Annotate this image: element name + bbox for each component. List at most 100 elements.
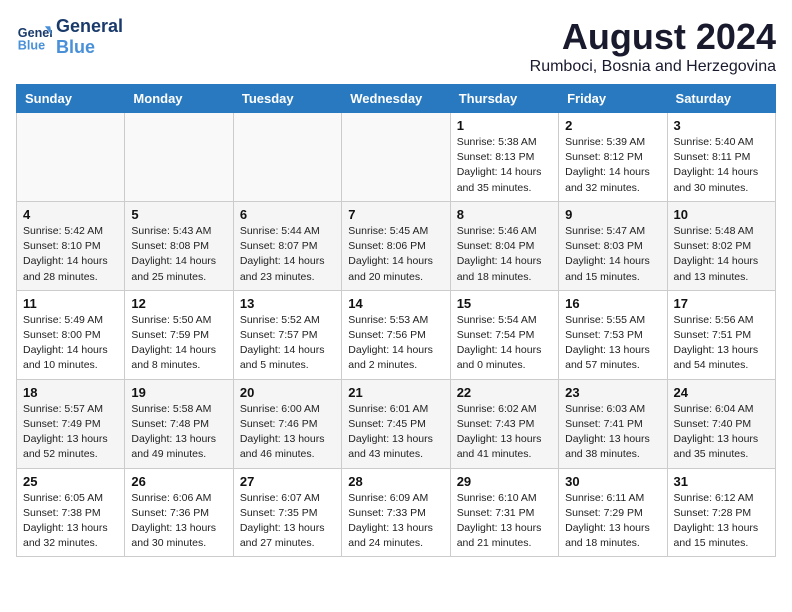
day-info: Sunrise: 6:01 AM Sunset: 7:45 PM Dayligh… (348, 402, 443, 463)
day-cell-19: 19 Sunrise: 5:58 AM Sunset: 7:48 PM Dayli… (125, 379, 233, 468)
day-number: 15 (457, 296, 552, 311)
calendar-table: SundayMondayTuesdayWednesdayThursdayFrid… (16, 84, 776, 557)
day-cell-31: 31Sunrise: 6:12 AM Sunset: 7:28 PM Dayli… (667, 468, 775, 557)
day-number: 11 (23, 296, 118, 311)
day-cell-9: 9 Sunrise: 5:47 AM Sunset: 8:03 PM Daylig… (559, 201, 667, 290)
day-info: Sunrise: 5:57 AM Sunset: 7:49 PM Dayligh… (23, 402, 118, 463)
logo: General Blue General Blue (16, 16, 123, 57)
day-number: 18 (23, 385, 118, 400)
day-info: Sunrise: 5:38 AM Sunset: 8:13 PM Dayligh… (457, 135, 552, 196)
day-number: 8 (457, 207, 552, 222)
day-cell-15: 15 Sunrise: 5:54 AM Sunset: 7:54 PM Dayli… (450, 290, 558, 379)
logo-line1: General (56, 16, 123, 37)
day-info: Sunrise: 5:58 AM Sunset: 7:48 PM Dayligh… (131, 402, 226, 463)
weekday-friday: Friday (559, 85, 667, 113)
day-number: 5 (131, 207, 226, 222)
empty-cell (125, 113, 233, 202)
day-number: 29 (457, 474, 552, 489)
day-cell-7: 7 Sunrise: 5:45 AM Sunset: 8:06 PM Daylig… (342, 201, 450, 290)
day-info: Sunrise: 6:09 AM Sunset: 7:33 PM Dayligh… (348, 491, 443, 552)
day-cell-3: 3Sunrise: 5:40 AM Sunset: 8:11 PM Daylig… (667, 113, 775, 202)
day-cell-18: 18 Sunrise: 5:57 AM Sunset: 7:49 PM Dayli… (17, 379, 125, 468)
empty-cell (233, 113, 341, 202)
title-area: August 2024 Rumboci, Bosnia and Herzegov… (530, 16, 776, 76)
day-info: Sunrise: 6:02 AM Sunset: 7:43 PM Dayligh… (457, 402, 552, 463)
day-number: 1 (457, 118, 552, 133)
day-info: Sunrise: 6:03 AM Sunset: 7:41 PM Dayligh… (565, 402, 660, 463)
day-info: Sunrise: 5:44 AM Sunset: 8:07 PM Dayligh… (240, 224, 335, 285)
day-info: Sunrise: 5:48 AM Sunset: 8:02 PM Dayligh… (674, 224, 769, 285)
day-cell-22: 22 Sunrise: 6:02 AM Sunset: 7:43 PM Dayli… (450, 379, 558, 468)
day-info: Sunrise: 5:55 AM Sunset: 7:53 PM Dayligh… (565, 313, 660, 374)
week-row-5: 25Sunrise: 6:05 AM Sunset: 7:38 PM Dayli… (17, 468, 776, 557)
day-info: Sunrise: 5:45 AM Sunset: 8:06 PM Dayligh… (348, 224, 443, 285)
day-info: Sunrise: 6:07 AM Sunset: 7:35 PM Dayligh… (240, 491, 335, 552)
day-number: 16 (565, 296, 660, 311)
day-cell-25: 25Sunrise: 6:05 AM Sunset: 7:38 PM Dayli… (17, 468, 125, 557)
weekday-tuesday: Tuesday (233, 85, 341, 113)
day-cell-20: 20 Sunrise: 6:00 AM Sunset: 7:46 PM Dayli… (233, 379, 341, 468)
weekday-wednesday: Wednesday (342, 85, 450, 113)
day-number: 22 (457, 385, 552, 400)
weekday-thursday: Thursday (450, 85, 558, 113)
day-info: Sunrise: 5:49 AM Sunset: 8:00 PM Dayligh… (23, 313, 118, 374)
day-number: 10 (674, 207, 769, 222)
day-info: Sunrise: 5:42 AM Sunset: 8:10 PM Dayligh… (23, 224, 118, 285)
weekday-header-row: SundayMondayTuesdayWednesdayThursdayFrid… (17, 85, 776, 113)
day-info: Sunrise: 5:52 AM Sunset: 7:57 PM Dayligh… (240, 313, 335, 374)
week-row-2: 4 Sunrise: 5:42 AM Sunset: 8:10 PM Daylig… (17, 201, 776, 290)
day-cell-28: 28 Sunrise: 6:09 AM Sunset: 7:33 PM Dayli… (342, 468, 450, 557)
weekday-saturday: Saturday (667, 85, 775, 113)
day-cell-21: 21 Sunrise: 6:01 AM Sunset: 7:45 PM Dayli… (342, 379, 450, 468)
location-title: Rumboci, Bosnia and Herzegovina (530, 58, 776, 76)
empty-cell (17, 113, 125, 202)
day-number: 13 (240, 296, 335, 311)
empty-cell (342, 113, 450, 202)
day-info: Sunrise: 5:56 AM Sunset: 7:51 PM Dayligh… (674, 313, 769, 374)
day-info: Sunrise: 6:12 AM Sunset: 7:28 PM Dayligh… (674, 491, 769, 552)
day-cell-29: 29 Sunrise: 6:10 AM Sunset: 7:31 PM Dayli… (450, 468, 558, 557)
day-cell-27: 27Sunrise: 6:07 AM Sunset: 7:35 PM Dayli… (233, 468, 341, 557)
day-info: Sunrise: 5:50 AM Sunset: 7:59 PM Dayligh… (131, 313, 226, 374)
day-cell-11: 11 Sunrise: 5:49 AM Sunset: 8:00 PM Dayli… (17, 290, 125, 379)
day-number: 24 (674, 385, 769, 400)
day-number: 26 (131, 474, 226, 489)
day-number: 20 (240, 385, 335, 400)
day-info: Sunrise: 5:54 AM Sunset: 7:54 PM Dayligh… (457, 313, 552, 374)
day-cell-4: 4 Sunrise: 5:42 AM Sunset: 8:10 PM Daylig… (17, 201, 125, 290)
day-number: 21 (348, 385, 443, 400)
weekday-sunday: Sunday (17, 85, 125, 113)
week-row-4: 18 Sunrise: 5:57 AM Sunset: 7:49 PM Dayli… (17, 379, 776, 468)
day-number: 6 (240, 207, 335, 222)
day-cell-10: 10 Sunrise: 5:48 AM Sunset: 8:02 PM Dayli… (667, 201, 775, 290)
day-cell-5: 5 Sunrise: 5:43 AM Sunset: 8:08 PM Daylig… (125, 201, 233, 290)
logo-icon: General Blue (16, 19, 52, 55)
day-cell-16: 16 Sunrise: 5:55 AM Sunset: 7:53 PM Dayli… (559, 290, 667, 379)
day-info: Sunrise: 5:40 AM Sunset: 8:11 PM Dayligh… (674, 135, 769, 196)
day-number: 28 (348, 474, 443, 489)
day-cell-23: 23 Sunrise: 6:03 AM Sunset: 7:41 PM Dayli… (559, 379, 667, 468)
day-info: Sunrise: 6:11 AM Sunset: 7:29 PM Dayligh… (565, 491, 660, 552)
day-number: 9 (565, 207, 660, 222)
day-number: 7 (348, 207, 443, 222)
day-number: 25 (23, 474, 118, 489)
day-number: 4 (23, 207, 118, 222)
day-number: 19 (131, 385, 226, 400)
day-number: 23 (565, 385, 660, 400)
day-number: 2 (565, 118, 660, 133)
day-info: Sunrise: 5:47 AM Sunset: 8:03 PM Dayligh… (565, 224, 660, 285)
day-info: Sunrise: 6:00 AM Sunset: 7:46 PM Dayligh… (240, 402, 335, 463)
week-row-3: 11 Sunrise: 5:49 AM Sunset: 8:00 PM Dayli… (17, 290, 776, 379)
day-info: Sunrise: 6:04 AM Sunset: 7:40 PM Dayligh… (674, 402, 769, 463)
page-header: General Blue General Blue August 2024 Ru… (16, 16, 776, 76)
day-info: Sunrise: 5:43 AM Sunset: 8:08 PM Dayligh… (131, 224, 226, 285)
day-info: Sunrise: 6:06 AM Sunset: 7:36 PM Dayligh… (131, 491, 226, 552)
day-cell-17: 17 Sunrise: 5:56 AM Sunset: 7:51 PM Dayli… (667, 290, 775, 379)
day-cell-8: 8 Sunrise: 5:46 AM Sunset: 8:04 PM Daylig… (450, 201, 558, 290)
day-info: Sunrise: 5:46 AM Sunset: 8:04 PM Dayligh… (457, 224, 552, 285)
day-cell-1: 1 Sunrise: 5:38 AM Sunset: 8:13 PM Daylig… (450, 113, 558, 202)
day-number: 17 (674, 296, 769, 311)
day-number: 14 (348, 296, 443, 311)
day-info: Sunrise: 6:10 AM Sunset: 7:31 PM Dayligh… (457, 491, 552, 552)
day-cell-2: 2Sunrise: 5:39 AM Sunset: 8:12 PM Daylig… (559, 113, 667, 202)
